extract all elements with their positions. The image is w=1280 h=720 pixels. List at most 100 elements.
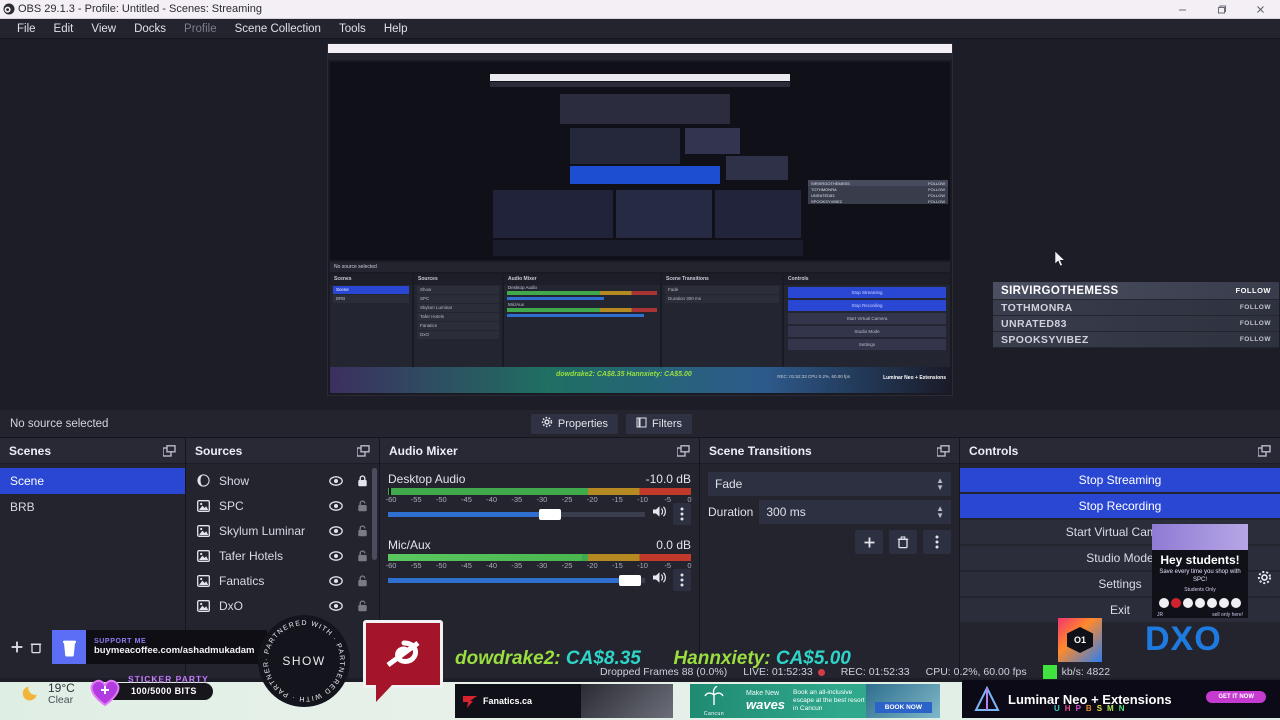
close-button[interactable] <box>1241 0 1280 18</box>
sources-toolbar <box>0 628 52 666</box>
add-source-button[interactable] <box>10 640 24 654</box>
unlock-icon[interactable] <box>353 524 371 537</box>
menu-view[interactable]: View <box>82 19 125 39</box>
popout-icon[interactable] <box>937 444 950 457</box>
scene-item-brb[interactable]: BRB <box>0 494 185 520</box>
duration-input[interactable]: 300 ms ▲ ▼ <box>759 500 951 524</box>
spc-ad-tag: sell only here! <box>1212 612 1243 618</box>
transition-select[interactable]: Fade ▲ ▼ <box>708 472 951 496</box>
channel-level: 0.0 dB <box>656 538 691 552</box>
donation-amount: CA$8.35 <box>565 648 641 669</box>
nested-source-status: No source selected <box>330 262 950 272</box>
dxo-logo: DXO <box>1145 620 1222 658</box>
source-item-show[interactable]: Show <box>186 468 379 493</box>
coffee-cup-icon <box>52 630 86 664</box>
stream-logo-callout <box>363 620 443 702</box>
unlock-icon[interactable] <box>353 599 371 612</box>
unlock-icon[interactable] <box>353 549 371 562</box>
luminar-cta-button[interactable]: GET IT NOW <box>1206 691 1266 703</box>
cancun-pretitle: Make New <box>746 689 780 697</box>
source-item-spc[interactable]: SPC <box>186 493 379 518</box>
source-item-tafer-hotels[interactable]: Tafer Hotels <box>186 543 379 568</box>
nested-overlay-strip: dowdrake2: CA$8.35 Hannxiety: CA$5.00 RE… <box>330 367 950 393</box>
selected-source-label: No source selected <box>10 417 109 430</box>
menu-docks[interactable]: Docks <box>125 19 175 39</box>
popout-icon[interactable] <box>1258 444 1271 457</box>
menu-profile[interactable]: Profile <box>175 19 226 39</box>
luminar-logo-icon <box>974 685 1000 717</box>
add-transition-button[interactable] <box>855 530 883 554</box>
svg-text:· PARTNERED WITH · PARTNERED W: · PARTNERED WITH · PARTNERED WITH · PART… <box>258 615 345 702</box>
remove-transition-button[interactable] <box>889 530 917 554</box>
popout-icon[interactable] <box>163 444 176 457</box>
sources-header: Sources <box>186 438 379 464</box>
source-item-fanatics[interactable]: Fanatics <box>186 568 379 593</box>
chevron-updown-icon[interactable]: ▲ ▼ <box>936 477 944 492</box>
source-item-skylum-luminar[interactable]: Skylum Luminar <box>186 518 379 543</box>
cancun-banner[interactable]: Cancun Make New waves Book an all-inclus… <box>690 684 940 718</box>
kebab-icon[interactable] <box>673 569 691 591</box>
duration-value: 300 ms <box>766 505 806 519</box>
image-icon <box>196 523 211 538</box>
sources-scrollbar[interactable] <box>372 468 377 560</box>
volume-fader-mic-aux[interactable] <box>388 569 691 591</box>
unlock-icon[interactable] <box>353 574 371 587</box>
follower-row-1: TOTHMONRA FOLLOW <box>993 300 1279 316</box>
stop-recording-button[interactable]: Stop Recording <box>960 494 1280 518</box>
support-url: buymeacoffee.com/ashadmukadam <box>94 644 255 656</box>
eye-icon[interactable] <box>327 475 345 486</box>
bitrate-status: kb/s: 4822 <box>1042 665 1110 679</box>
filters-label: Filters <box>652 417 682 430</box>
menu-tools[interactable]: Tools <box>330 19 375 39</box>
unlock-icon[interactable] <box>353 499 371 512</box>
channel-name: Desktop Audio <box>388 472 466 486</box>
speaker-icon[interactable] <box>652 505 667 523</box>
cancun-book-now-button[interactable]: BOOK NOW <box>874 702 932 713</box>
fanatics-logo-icon <box>463 695 477 713</box>
spc-ad-brand-icons <box>1152 598 1248 608</box>
follower-name: UNRATED83 <box>1001 317 1067 330</box>
eye-icon[interactable] <box>327 500 345 511</box>
level-meter <box>388 554 691 561</box>
spc-student-ad[interactable]: Hey students! Save every time you shop w… <box>1152 524 1248 618</box>
program-preview[interactable]: SIRVIRGOTHEMESS FOLLOW TOTHMONRA FOLLOW UN… <box>327 43 953 396</box>
speaker-icon[interactable] <box>652 571 667 589</box>
menu-scene-collection[interactable]: Scene Collection <box>226 19 330 39</box>
follower-name: TOTHMONRA <box>1001 301 1073 314</box>
eye-icon[interactable] <box>327 575 345 586</box>
remove-source-button[interactable] <box>30 641 42 654</box>
filters-button[interactable]: Filters <box>626 413 692 434</box>
transition-more-button[interactable] <box>923 530 951 554</box>
lock-icon[interactable] <box>353 474 371 487</box>
level-meter <box>388 488 691 495</box>
follower-row-2: UNRATED83 FOLLOW <box>993 316 1279 332</box>
luminar-extensions: U H P B S M N <box>1054 704 1125 713</box>
volume-fader-desktop-audio[interactable] <box>388 503 691 525</box>
fanatics-banner[interactable]: Fanatics.ca <box>455 684 673 718</box>
follow-label: FOLLOW <box>1235 286 1271 295</box>
follow-label: FOLLOW <box>1239 336 1271 343</box>
menu-help[interactable]: Help <box>375 19 417 39</box>
rec-status: REC: 01:52:33 <box>840 666 910 678</box>
popout-icon[interactable] <box>677 444 690 457</box>
luminar-banner[interactable]: Luminar Neo + Extensions U H P B S M N G… <box>962 680 1280 718</box>
eye-icon[interactable] <box>327 600 345 611</box>
menu-edit[interactable]: Edit <box>45 19 83 39</box>
donation-amount: CA$5.00 <box>775 648 851 669</box>
virtual-camera-settings-gear-icon[interactable] <box>1257 570 1272 590</box>
popout-icon[interactable] <box>357 444 370 457</box>
maximize-button[interactable] <box>1202 0 1241 18</box>
minimize-button[interactable] <box>1163 0 1202 18</box>
eye-icon[interactable] <box>327 550 345 561</box>
source-label: Skylum Luminar <box>219 523 306 538</box>
scene-label: Scene <box>10 474 45 488</box>
kebab-icon[interactable] <box>673 503 691 525</box>
preview-area[interactable]: SIRVIRGOTHEMESS FOLLOW TOTHMONRA FOLLOW UN… <box>0 39 1280 408</box>
stop-streaming-button[interactable]: Stop Streaming <box>960 468 1280 492</box>
chevron-updown-icon[interactable]: ▲ ▼ <box>936 505 944 520</box>
scene-item-scene[interactable]: Scene <box>0 468 185 494</box>
spc-ad-footnote: Students Only <box>1184 587 1216 593</box>
properties-button[interactable]: Properties <box>530 413 619 434</box>
eye-icon[interactable] <box>327 525 345 536</box>
menu-file[interactable]: File <box>8 19 45 39</box>
